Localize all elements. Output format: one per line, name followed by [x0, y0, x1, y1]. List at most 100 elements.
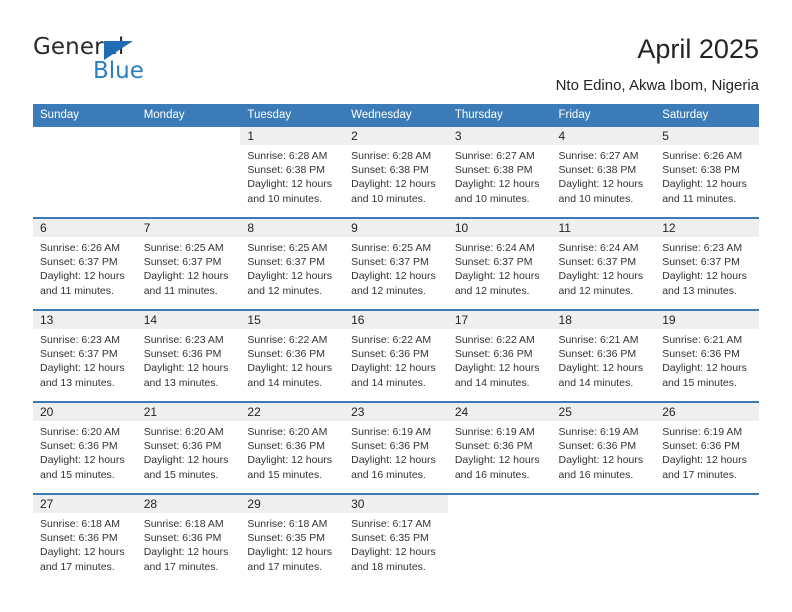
- day-cell-inner: 9 Sunrise: 6:25 AM Sunset: 6:37 PM Daylight…: [344, 219, 448, 309]
- sunrise-time: Sunrise: 6:27 AM: [558, 150, 639, 162]
- daylight-duration-line1: Daylight: 12 hours: [351, 178, 436, 191]
- day-cell-inner: 2 Sunrise: 6:28 AM Sunset: 6:38 PM Daylight…: [344, 127, 448, 217]
- day-cell-inner: 14 Sunrise: 6:23 AM Sunset: 6:36 PM Dayligh…: [136, 311, 241, 401]
- sunset-time: Sunset: 6:36 PM: [558, 440, 637, 453]
- day-number: 30: [344, 495, 448, 513]
- calendar-day-cell[interactable]: 14 Sunrise: 6:23 AM Sunset: 6:36 PM Dayligh…: [136, 309, 241, 402]
- calendar-day-cell[interactable]: 7 Sunrise: 6:25 AM Sunset: 6:37 PM Daylight…: [136, 217, 241, 310]
- sunset-time: Sunset: 6:37 PM: [40, 348, 118, 361]
- day-sun-info: Sunrise: 6:22 AM Sunset: 6:36 PM Daylight:…: [344, 329, 448, 390]
- day-sun-info: Sunrise: 6:21 AM Sunset: 6:36 PM Daylight:…: [552, 329, 656, 390]
- day-number: 12: [655, 219, 759, 237]
- daylight-duration-line1: Daylight: 12 hours: [247, 270, 333, 283]
- calendar-day-cell[interactable]: 30 Sunrise: 6:17 AM Sunset: 6:35 PM Dayligh…: [344, 493, 448, 585]
- weekday-header-monday: Monday: [136, 104, 241, 127]
- calendar-header-row: Sunday Monday Tuesday Wednesday Thursday…: [33, 104, 759, 127]
- daylight-duration-line2: and 10 minutes.: [247, 192, 323, 205]
- daylight-duration-line2: and 17 minutes.: [143, 560, 219, 573]
- day-cell-inner: 20 Sunrise: 6:20 AM Sunset: 6:36 PM Dayligh…: [33, 403, 137, 493]
- calendar-day-cell[interactable]: 13 Sunrise: 6:23 AM Sunset: 6:37 PM Dayligh…: [33, 309, 137, 402]
- sunrise-time: Sunrise: 6:21 AM: [662, 334, 743, 346]
- day-cell-inner: 11 Sunrise: 6:24 AM Sunset: 6:37 PM Dayligh…: [551, 219, 656, 309]
- daylight-duration-line1: Daylight: 12 hours: [351, 454, 436, 467]
- calendar-day-cell[interactable]: 16 Sunrise: 6:22 AM Sunset: 6:36 PM Dayligh…: [344, 309, 448, 402]
- generalblue-logo[interactable]: General Blue: [33, 34, 163, 86]
- day-number: 17: [447, 311, 552, 329]
- calendar-day-cell[interactable]: 10 Sunrise: 6:24 AM Sunset: 6:37 PM Dayligh…: [447, 217, 552, 310]
- daylight-duration-line1: Daylight: 12 hours: [247, 178, 333, 191]
- daylight-duration-line1: Daylight: 12 hours: [454, 362, 540, 375]
- calendar-day-cell[interactable]: 15 Sunrise: 6:22 AM Sunset: 6:36 PM Dayligh…: [240, 309, 345, 402]
- calendar-body: 1 Sunrise: 6:28 AM Sunset: 6:38 PM Daylight…: [33, 127, 759, 585]
- daylight-duration-line1: Daylight: 12 hours: [558, 362, 644, 375]
- day-number: 22: [240, 403, 345, 421]
- calendar-day-cell[interactable]: 17 Sunrise: 6:22 AM Sunset: 6:36 PM Dayligh…: [447, 309, 552, 402]
- day-number: 9: [344, 219, 448, 237]
- daylight-duration-line1: Daylight: 12 hours: [143, 362, 229, 375]
- daylight-duration-line1: Daylight: 12 hours: [558, 270, 644, 283]
- calendar-day-cell[interactable]: 4 Sunrise: 6:27 AM Sunset: 6:38 PM Daylight…: [551, 127, 656, 218]
- calendar-day-cell[interactable]: 25 Sunrise: 6:19 AM Sunset: 6:36 PM Dayligh…: [551, 401, 656, 494]
- sunrise-time: Sunrise: 6:23 AM: [143, 334, 224, 346]
- daylight-duration-line2: and 10 minutes.: [558, 192, 634, 205]
- sunrise-time: Sunrise: 6:22 AM: [351, 334, 432, 346]
- daylight-duration-line1: Daylight: 12 hours: [351, 270, 436, 283]
- day-number: 14: [136, 311, 241, 329]
- day-cell-inner: 24 Sunrise: 6:19 AM Sunset: 6:36 PM Dayligh…: [447, 403, 552, 493]
- day-sun-info: Sunrise: 6:20 AM Sunset: 6:36 PM Daylight:…: [137, 421, 241, 482]
- calendar-day-cell[interactable]: 5 Sunrise: 6:26 AM Sunset: 6:38 PM Daylight…: [655, 127, 759, 218]
- sunrise-time: Sunrise: 6:18 AM: [247, 518, 328, 530]
- calendar-day-cell[interactable]: 2 Sunrise: 6:28 AM Sunset: 6:38 PM Daylight…: [344, 127, 448, 218]
- calendar-day-cell[interactable]: 8 Sunrise: 6:25 AM Sunset: 6:37 PM Daylight…: [240, 217, 345, 310]
- logo-text-blue: Blue: [93, 58, 144, 84]
- sunrise-time: Sunrise: 6:28 AM: [351, 150, 432, 162]
- sunset-time: Sunset: 6:36 PM: [143, 440, 222, 453]
- calendar-day-cell[interactable]: 27 Sunrise: 6:18 AM Sunset: 6:36 PM Dayligh…: [33, 493, 137, 585]
- sunrise-sunset-calendar: Sunday Monday Tuesday Wednesday Thursday…: [33, 104, 759, 585]
- calendar-day-cell[interactable]: 3 Sunrise: 6:27 AM Sunset: 6:38 PM Daylight…: [447, 127, 552, 218]
- calendar-day-cell[interactable]: 26 Sunrise: 6:19 AM Sunset: 6:36 PM Dayligh…: [655, 401, 759, 494]
- sunset-time: Sunset: 6:37 PM: [558, 256, 637, 269]
- day-sun-info: Sunrise: 6:24 AM Sunset: 6:37 PM Daylight:…: [448, 237, 552, 298]
- daylight-duration-line1: Daylight: 12 hours: [247, 362, 333, 375]
- day-sun-info: Sunrise: 6:18 AM Sunset: 6:36 PM Daylight:…: [33, 513, 137, 574]
- daylight-duration-line1: Daylight: 12 hours: [558, 454, 644, 467]
- daylight-duration-line1: Daylight: 12 hours: [143, 546, 229, 559]
- calendar-day-cell[interactable]: 20 Sunrise: 6:20 AM Sunset: 6:36 PM Dayligh…: [33, 401, 137, 494]
- day-sun-info: Sunrise: 6:20 AM Sunset: 6:36 PM Daylight:…: [240, 421, 344, 482]
- day-number: 29: [240, 495, 345, 513]
- sunrise-time: Sunrise: 6:18 AM: [40, 518, 120, 530]
- calendar-day-cell[interactable]: 11 Sunrise: 6:24 AM Sunset: 6:37 PM Dayligh…: [551, 217, 656, 310]
- day-cell-inner: 23 Sunrise: 6:19 AM Sunset: 6:36 PM Dayligh…: [344, 403, 448, 493]
- day-sun-info: Sunrise: 6:19 AM Sunset: 6:36 PM Daylight:…: [344, 421, 448, 482]
- calendar-day-cell[interactable]: 29 Sunrise: 6:18 AM Sunset: 6:35 PM Dayligh…: [240, 493, 345, 585]
- calendar-day-cell[interactable]: 19 Sunrise: 6:21 AM Sunset: 6:36 PM Dayligh…: [655, 309, 759, 402]
- day-sun-info: Sunrise: 6:27 AM Sunset: 6:38 PM Daylight:…: [448, 145, 552, 206]
- sunrise-time: Sunrise: 6:28 AM: [247, 150, 328, 162]
- calendar-day-cell[interactable]: 18 Sunrise: 6:21 AM Sunset: 6:36 PM Dayligh…: [551, 309, 656, 402]
- day-number: 21: [136, 403, 241, 421]
- calendar-day-cell[interactable]: 1 Sunrise: 6:28 AM Sunset: 6:38 PM Daylight…: [240, 127, 345, 218]
- calendar-day-cell[interactable]: 24 Sunrise: 6:19 AM Sunset: 6:36 PM Dayligh…: [447, 401, 552, 494]
- calendar-day-cell[interactable]: 6 Sunrise: 6:26 AM Sunset: 6:37 PM Daylight…: [33, 217, 137, 310]
- day-sun-info: Sunrise: 6:27 AM Sunset: 6:38 PM Daylight:…: [552, 145, 656, 206]
- calendar-week-row: 6 Sunrise: 6:26 AM Sunset: 6:37 PM Daylight…: [33, 217, 759, 310]
- day-number: 3: [447, 127, 552, 145]
- sunset-time: Sunset: 6:38 PM: [558, 164, 637, 177]
- day-cell-inner: 21 Sunrise: 6:20 AM Sunset: 6:36 PM Dayligh…: [136, 403, 241, 493]
- weekday-header-saturday: Saturday: [655, 104, 759, 127]
- calendar-day-cell[interactable]: 21 Sunrise: 6:20 AM Sunset: 6:36 PM Dayligh…: [136, 401, 241, 494]
- calendar-day-cell[interactable]: 22 Sunrise: 6:20 AM Sunset: 6:36 PM Dayligh…: [240, 401, 345, 494]
- day-number: 19: [655, 311, 759, 329]
- calendar-week-row: 27 Sunrise: 6:18 AM Sunset: 6:36 PM Dayligh…: [33, 493, 759, 585]
- day-number: 1: [240, 127, 345, 145]
- sunrise-time: Sunrise: 6:20 AM: [40, 426, 120, 438]
- calendar-day-cell[interactable]: 28 Sunrise: 6:18 AM Sunset: 6:36 PM Dayligh…: [136, 493, 241, 585]
- sunset-time: Sunset: 6:36 PM: [454, 440, 533, 453]
- calendar-day-cell[interactable]: 23 Sunrise: 6:19 AM Sunset: 6:36 PM Dayligh…: [344, 401, 448, 494]
- calendar-day-cell[interactable]: 12 Sunrise: 6:23 AM Sunset: 6:37 PM Dayligh…: [655, 217, 759, 310]
- calendar-cell-empty: [551, 493, 656, 585]
- sunrise-time: Sunrise: 6:25 AM: [247, 242, 328, 254]
- calendar-day-cell[interactable]: 9 Sunrise: 6:25 AM Sunset: 6:37 PM Daylight…: [344, 217, 448, 310]
- day-sun-info: Sunrise: 6:26 AM Sunset: 6:37 PM Daylight:…: [33, 237, 137, 298]
